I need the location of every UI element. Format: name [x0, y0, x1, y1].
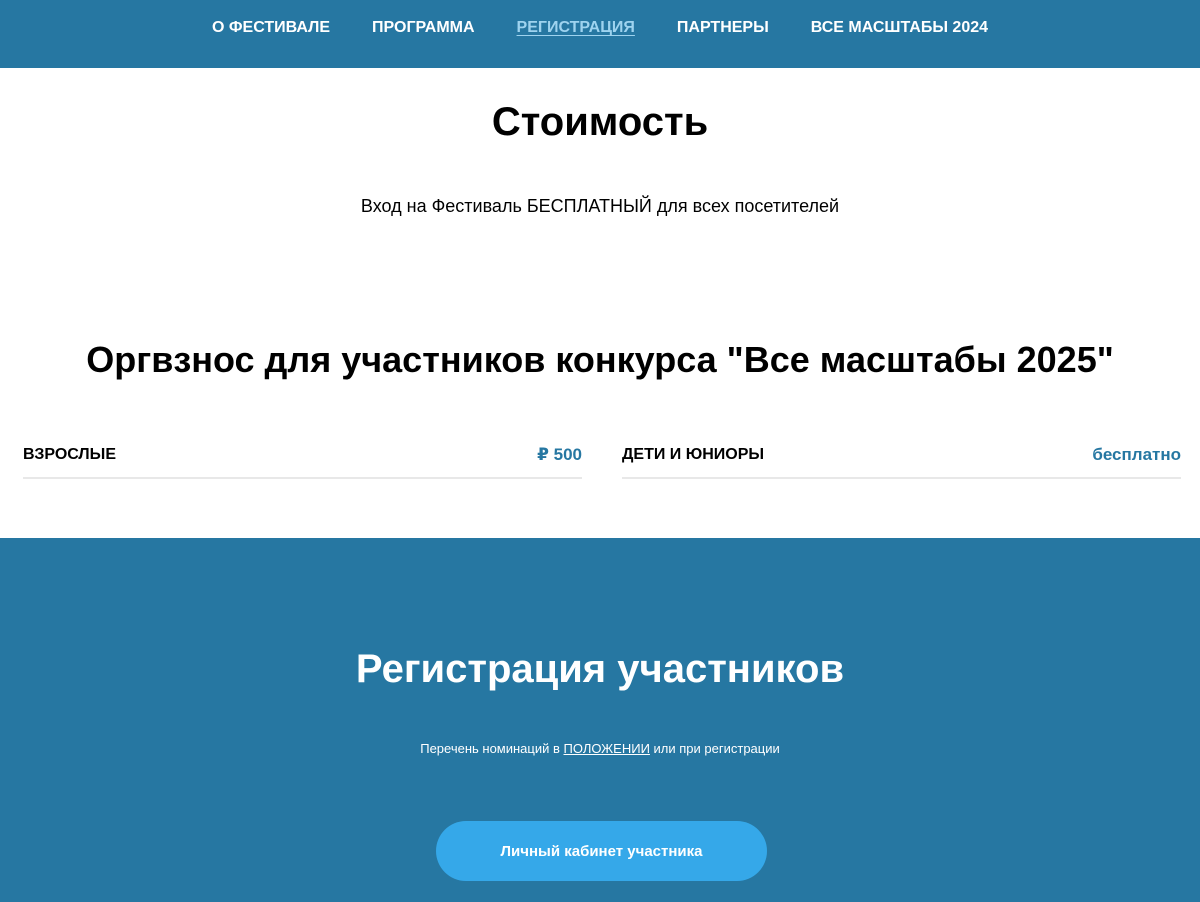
price-value: бесплатно — [1092, 445, 1181, 464]
nav-link-registration[interactable]: РЕГИСТРАЦИЯ — [517, 18, 635, 38]
free-entry-note: Вход на Фестиваль БЕСПЛАТНЫЙ для всех по… — [360, 196, 840, 216]
price-label: ДЕТИ И ЮНИОРЫ — [622, 446, 765, 463]
registration-section: Регистрация участников Перечень номинаци… — [0, 538, 1200, 902]
nominations-text-before: Перечень номинаций в — [420, 741, 564, 756]
nav-link-program[interactable]: ПРОГРАММА — [372, 18, 475, 38]
nav-link-partners[interactable]: ПАРТНЕРЫ — [677, 18, 769, 38]
nominations-text-after: или при регистрации — [649, 741, 780, 756]
nav-link-about[interactable]: О ФЕСТИВАЛЕ — [212, 18, 330, 38]
registration-title: Регистрация участников — [355, 647, 845, 691]
price-value: ₽ 500 — [537, 445, 582, 464]
price-row-adults: ВЗРОСЛЫЕ ₽ 500 — [23, 443, 582, 479]
regulations-link[interactable]: ПОЛОЖЕНИИ — [564, 741, 650, 756]
nav-link-all-scales-2024[interactable]: ВСЕ МАСШТАБЫ 2024 — [811, 18, 988, 38]
price-label: ВЗРОСЛЫЕ — [23, 446, 116, 463]
price-row-kids-juniors: ДЕТИ И ЮНИОРЫ бесплатно — [622, 443, 1181, 479]
participant-cabinet-button[interactable]: Личный кабинет участника — [436, 821, 767, 881]
pricing-section: Стоимость Вход на Фестиваль БЕСПЛАТНЫЙ д… — [0, 68, 1200, 538]
pricing-title: Стоимость — [491, 100, 709, 144]
top-navigation: О ФЕСТИВАЛЕ ПРОГРАММА РЕГИСТРАЦИЯ ПАРТНЕ… — [0, 0, 1200, 68]
nominations-note: Перечень номинаций в ПОЛОЖЕНИИ или при р… — [0, 740, 1200, 758]
fee-title: Оргвзнос для участников конкурса "Все ма… — [86, 339, 1114, 380]
